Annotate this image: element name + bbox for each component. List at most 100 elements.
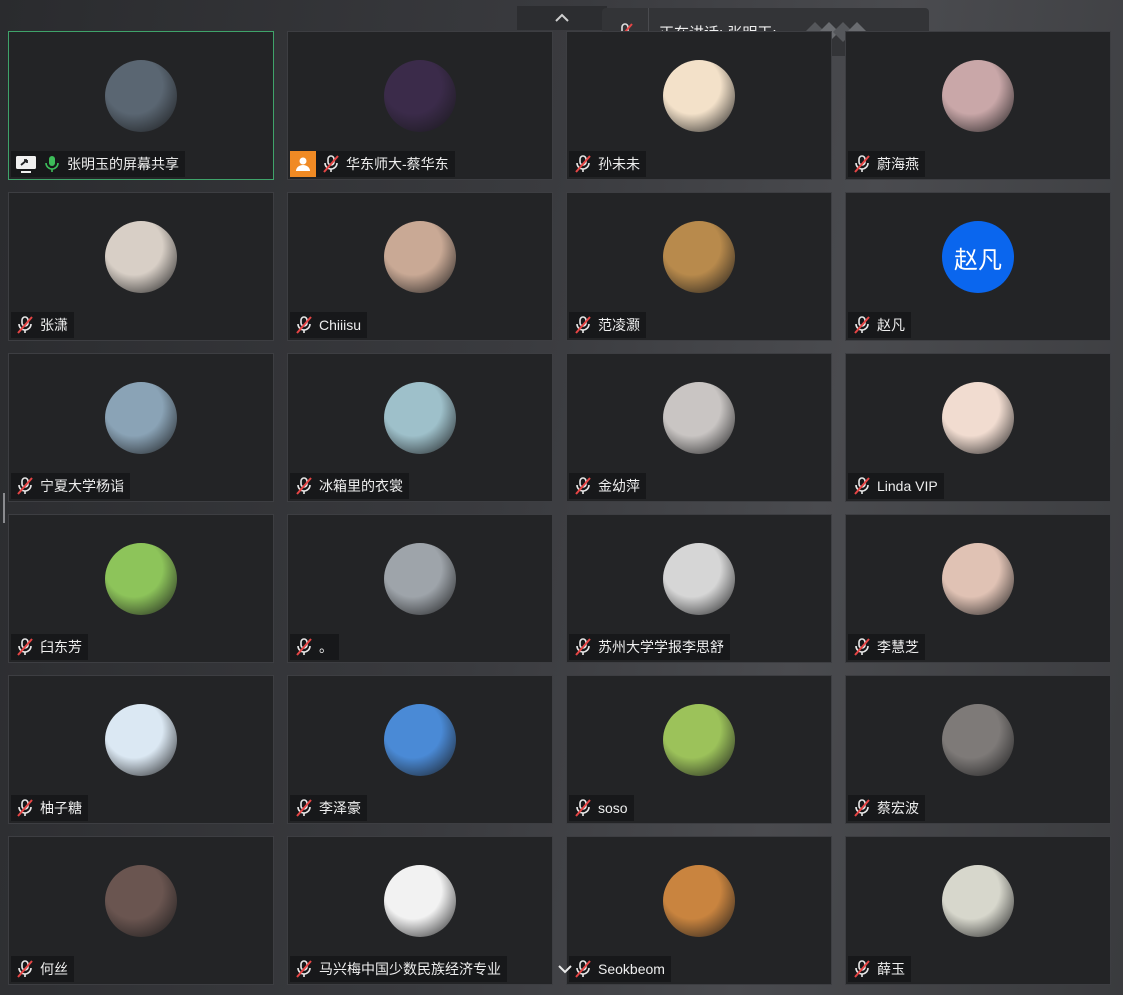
mic-muted-icon <box>575 477 591 495</box>
participant-label: 蔚海燕 <box>848 151 925 177</box>
participant-tile[interactable]: 范凌灏 <box>566 192 832 341</box>
participant-tile[interactable]: 李泽豪 <box>287 675 553 824</box>
participant-tile[interactable]: 臼东芳 <box>8 514 274 663</box>
avatar <box>105 543 177 615</box>
participant-name: 金幼萍 <box>598 478 640 494</box>
mic-muted-icon <box>575 799 591 817</box>
avatar <box>663 382 735 454</box>
participant-name: 。 <box>319 639 333 655</box>
participant-tile[interactable]: 柚子糖 <box>8 675 274 824</box>
participant-tile[interactable]: 孙未未 <box>566 31 832 180</box>
avatar <box>663 704 735 776</box>
participant-label: 赵凡 <box>848 312 911 338</box>
participant-tile[interactable]: 李慧芝 <box>845 514 1111 663</box>
mic-muted-icon <box>17 799 33 817</box>
avatar <box>384 221 456 293</box>
mic-active-icon <box>45 156 59 172</box>
participant-name: Seokbeom <box>598 961 665 977</box>
mic-muted-icon <box>296 477 312 495</box>
avatar <box>663 543 735 615</box>
participant-name: 苏州大学学报李思舒 <box>598 639 724 655</box>
participant-label: 张潇 <box>11 312 74 338</box>
participant-tile[interactable]: soso <box>566 675 832 824</box>
scroll-down-button[interactable] <box>548 957 582 981</box>
participant-name: 孙未未 <box>598 156 640 172</box>
participant-label: 臼东芳 <box>11 634 88 660</box>
participant-name: 蔡宏波 <box>877 800 919 816</box>
mic-muted-icon <box>17 477 33 495</box>
participant-tile[interactable]: Seokbeom <box>566 836 832 985</box>
collapse-toolbar-button[interactable] <box>517 6 607 30</box>
participant-tile[interactable]: 马兴梅中国少数民族经济专业 <box>287 836 553 985</box>
participant-tile[interactable]: 张潇 <box>8 192 274 341</box>
participant-name: 宁夏大学杨诣 <box>40 478 124 494</box>
avatar <box>663 221 735 293</box>
participant-label: Seokbeom <box>569 956 671 982</box>
participant-tile[interactable]: 华东师大-蔡华东 <box>287 31 553 180</box>
mic-muted-icon <box>854 155 870 173</box>
avatar <box>384 543 456 615</box>
participant-label: 张明玉的屏幕共享 <box>11 151 185 177</box>
participant-tile[interactable]: 冰箱里的衣裳 <box>287 353 553 502</box>
avatar <box>105 865 177 937</box>
participant-tile[interactable]: 赵凡 赵凡 <box>845 192 1111 341</box>
chevron-down-icon <box>558 965 572 974</box>
participant-tile[interactable]: Linda VIP <box>845 353 1111 502</box>
participant-label: 金幼萍 <box>569 473 646 499</box>
avatar <box>384 382 456 454</box>
participant-name: 臼东芳 <box>40 639 82 655</box>
participant-label: 薛玉 <box>848 956 911 982</box>
participant-tile[interactable]: Chiiisu <box>287 192 553 341</box>
avatar <box>384 865 456 937</box>
mic-muted-icon <box>323 155 339 173</box>
avatar: 赵凡 <box>942 221 1014 293</box>
mic-muted-icon <box>575 638 591 656</box>
participant-name: 李泽豪 <box>319 800 361 816</box>
avatar <box>942 543 1014 615</box>
mic-muted-icon <box>854 960 870 978</box>
avatar <box>663 865 735 937</box>
participant-tile[interactable]: 蔚海燕 <box>845 31 1111 180</box>
mic-muted-icon <box>854 799 870 817</box>
participant-label: Chiiisu <box>290 312 368 338</box>
participant-name: 冰箱里的衣裳 <box>319 478 403 494</box>
participant-name: 柚子糖 <box>40 800 82 816</box>
mic-muted-icon <box>854 316 870 334</box>
avatar <box>942 704 1014 776</box>
avatar <box>942 382 1014 454</box>
participant-tile[interactable]: 张明玉的屏幕共享 <box>8 31 274 180</box>
mic-muted-icon <box>17 960 33 978</box>
participant-name: 何丝 <box>40 961 68 977</box>
participant-grid: 张明玉的屏幕共享 华东师大-蔡华东 孙未未 蔚海燕 张潇 Chiiisu 范凌灏… <box>8 31 1111 985</box>
participant-name: 薛玉 <box>877 961 905 977</box>
participant-label: 范凌灏 <box>569 312 646 338</box>
mic-muted-icon <box>575 316 591 334</box>
participant-name: 张潇 <box>40 317 68 333</box>
sidebar-resize-handle[interactable] <box>3 493 5 523</box>
participant-name: 马兴梅中国少数民族经济专业 <box>319 961 501 977</box>
participant-name: soso <box>598 800 628 816</box>
screen-share-icon <box>16 156 36 173</box>
participant-label: 宁夏大学杨诣 <box>11 473 130 499</box>
participant-label: 李泽豪 <box>290 795 367 821</box>
mic-muted-icon <box>17 316 33 334</box>
participant-label: 李慧芝 <box>848 634 925 660</box>
mic-muted-icon <box>296 316 312 334</box>
participant-label: 。 <box>290 634 339 660</box>
participant-tile[interactable]: 。 <box>287 514 553 663</box>
participant-tile[interactable]: 何丝 <box>8 836 274 985</box>
participant-tile[interactable]: 蔡宏波 <box>845 675 1111 824</box>
participant-name: Chiiisu <box>319 317 362 333</box>
participant-name: 张明玉的屏幕共享 <box>67 156 179 172</box>
participant-tile[interactable]: 薛玉 <box>845 836 1111 985</box>
avatar <box>942 60 1014 132</box>
avatar <box>105 60 177 132</box>
participant-name: 华东师大-蔡华东 <box>346 156 449 172</box>
participant-tile[interactable]: 宁夏大学杨诣 <box>8 353 274 502</box>
mic-muted-icon <box>854 638 870 656</box>
participant-tile[interactable]: 金幼萍 <box>566 353 832 502</box>
participant-tile[interactable]: 苏州大学学报李思舒 <box>566 514 832 663</box>
mic-muted-icon <box>575 155 591 173</box>
participant-label: 华东师大-蔡华东 <box>290 151 455 177</box>
avatar <box>105 704 177 776</box>
